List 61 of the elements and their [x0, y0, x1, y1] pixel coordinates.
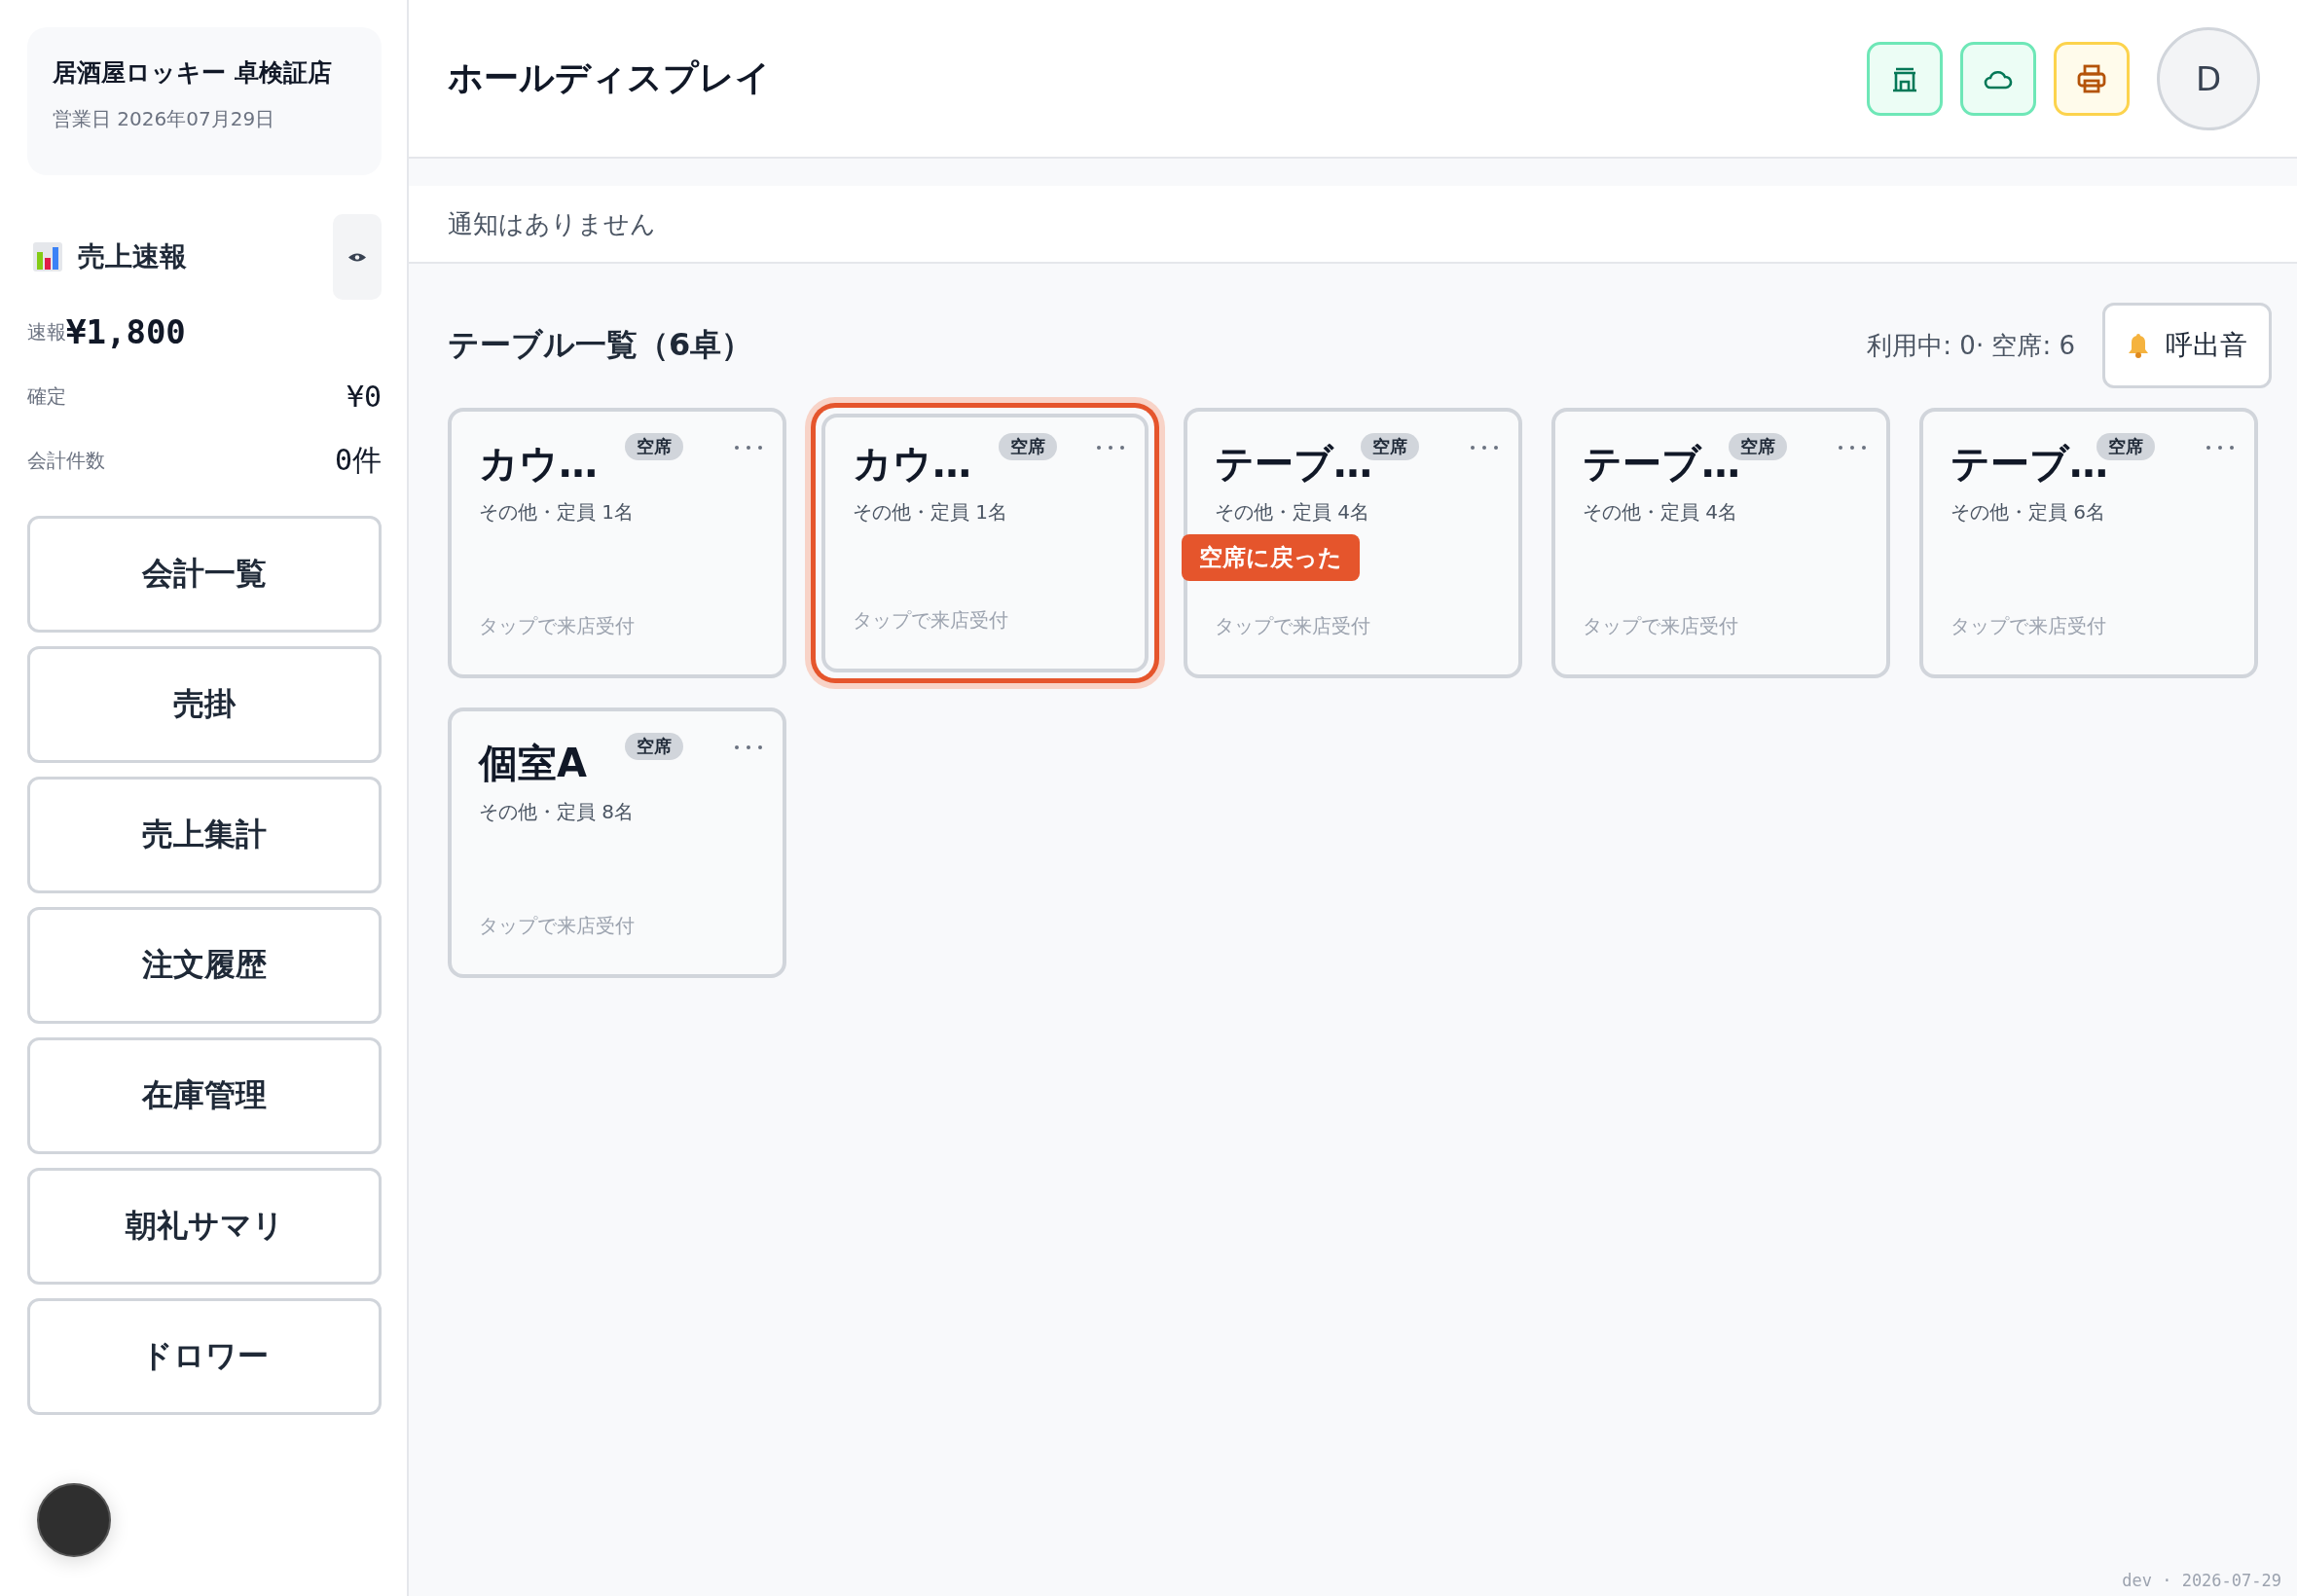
sales-title: 売上速報: [78, 239, 188, 274]
status-badge: 空席: [1361, 433, 1419, 460]
nav-button[interactable]: 売掛: [27, 646, 382, 763]
tap-hint: タップで来店受付: [479, 613, 636, 639]
sales-label: 速報: [27, 318, 66, 345]
table-info: その他・定員 6名: [1951, 499, 2107, 526]
sales-value: ¥1,800: [66, 312, 187, 351]
sales-value: 0件: [334, 441, 382, 479]
status-badge: 空席: [625, 433, 683, 460]
more-icon[interactable]: [734, 445, 763, 451]
table-name: 個室A: [479, 740, 587, 787]
nav-button[interactable]: 売上集計: [27, 777, 382, 893]
table-info: その他・定員 1名: [853, 499, 1009, 526]
status-badge: 空席: [625, 733, 683, 760]
nav-button[interactable]: ドロワー: [27, 1298, 382, 1415]
tap-hint: タップで来店受付: [853, 607, 1009, 634]
table-info: その他・定員 4名: [1583, 499, 1739, 526]
more-icon[interactable]: [734, 744, 763, 750]
bar-chart-icon: [33, 242, 62, 272]
tap-hint: タップで来店受付: [1215, 613, 1371, 639]
more-icon[interactable]: [1838, 445, 1867, 451]
status-badge: 空席: [2096, 433, 2155, 460]
table-info: その他・定員 8名: [479, 799, 636, 825]
business-date: 営業日 2026年07月29日: [53, 106, 276, 132]
visibility-toggle[interactable]: [333, 214, 382, 300]
table-card[interactable]: カウ… 空席 その他・定員 1名 タップで来店受付: [448, 408, 786, 678]
store-name: 居酒屋ロッキー 卓検証店: [53, 57, 333, 89]
nav-button[interactable]: 朝礼サマリ: [27, 1168, 382, 1285]
version-label: dev · 2026-07-29: [2122, 1571, 2281, 1590]
cloud-status-button[interactable]: [1960, 41, 2036, 116]
printer-status-button[interactable]: [2054, 41, 2130, 116]
status-badge: 空席: [1729, 433, 1787, 460]
sales-value: ¥0: [346, 379, 382, 414]
nav-button[interactable]: 在庫管理: [27, 1037, 382, 1154]
nav-button[interactable]: 注文履歴: [27, 907, 382, 1024]
toast: 空席に戻った: [1182, 534, 1360, 581]
notification-text: 通知はありません: [448, 207, 656, 240]
table-card[interactable]: カウ… 空席 その他・定員 1名 タップで来店受付: [821, 414, 1148, 672]
eye-icon: [348, 251, 366, 263]
tap-hint: タップで来店受付: [479, 913, 636, 939]
tap-hint: タップで来店受付: [1583, 613, 1739, 639]
call-sound-button[interactable]: 呼出音: [2102, 303, 2272, 388]
store-status-button[interactable]: [1867, 41, 1943, 116]
page-title: ホールディスプレイ: [448, 56, 771, 99]
section-title: テーブル一覧（6卓）: [448, 325, 754, 365]
more-icon[interactable]: [2206, 445, 2235, 451]
table-stats: 利用中: 0· 空席: 6: [1867, 329, 2075, 362]
nav-button[interactable]: 会計一覧: [27, 516, 382, 633]
table-name: カウ…: [479, 440, 598, 488]
sales-label: 会計件数: [27, 447, 105, 474]
more-icon[interactable]: [1470, 445, 1499, 451]
table-info: その他・定員 1名: [479, 499, 636, 526]
status-badge: 空席: [999, 433, 1057, 460]
sales-label: 確定: [27, 382, 66, 410]
table-name: カウ…: [853, 440, 971, 488]
table-info: その他・定員 4名: [1215, 499, 1371, 526]
table-card[interactable]: 個室A 空席 その他・定員 8名 タップで来店受付: [448, 707, 786, 978]
tap-hint: タップで来店受付: [1951, 613, 2107, 639]
user-avatar[interactable]: D: [2157, 26, 2260, 130]
bell-icon: [2127, 333, 2150, 358]
more-icon[interactable]: [1096, 445, 1125, 451]
